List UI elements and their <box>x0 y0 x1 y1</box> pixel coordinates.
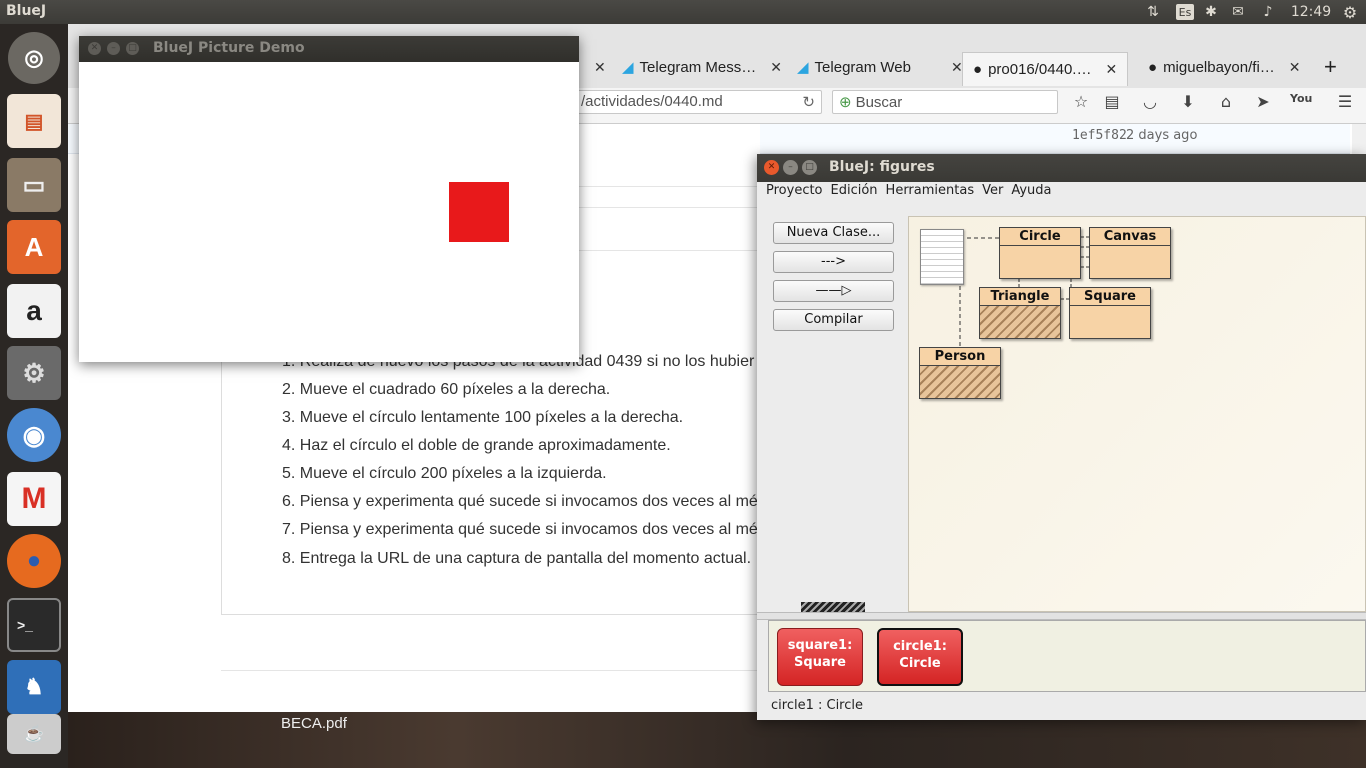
close-icon[interactable]: ✕ <box>764 160 779 175</box>
search-icon: ⊕ <box>839 94 852 111</box>
telegram-icon: ◢ <box>622 59 634 76</box>
divider <box>221 614 761 615</box>
list-item: 7. Piensa y experimenta qué sucede si in… <box>282 521 758 538</box>
download-icon[interactable]: ⬇ <box>1177 92 1199 112</box>
uncompiled-hatch <box>980 306 1060 338</box>
menu-ver[interactable]: Ver <box>982 183 1003 204</box>
youtube-icon[interactable]: You <box>1290 92 1312 112</box>
gmail-icon[interactable]: M <box>7 472 61 526</box>
uncompiled-hatch <box>920 366 1000 398</box>
object-circle1-selected[interactable]: circle1: Circle <box>877 628 963 686</box>
url-bar[interactable]: /actividades/0440.md ↻ <box>574 90 822 114</box>
desktop-file-beca-pdf[interactable]: BECA.pdf <box>281 715 347 732</box>
commit-age: 2 days ago <box>1126 128 1198 143</box>
system-settings-icon[interactable]: ⚙ <box>7 346 61 400</box>
top-panel: BlueJ ⇅ Es ✱ ✉ ♪ 12:49 ⚙ <box>0 0 1366 24</box>
split-pane-divider[interactable] <box>757 612 1366 620</box>
search-field[interactable]: ⊕ Buscar <box>832 90 1058 114</box>
list-item: 3. Mueve el círculo lentamente 100 píxel… <box>282 409 684 426</box>
minimize-icon[interactable]: – <box>783 160 798 175</box>
list-item: 2. Mueve el cuadrado 60 píxeles a la der… <box>282 381 611 398</box>
reading-list-icon[interactable]: ▤ <box>1101 92 1123 112</box>
java-icon[interactable]: ☕ <box>7 714 61 754</box>
readme-note-icon[interactable] <box>920 229 964 285</box>
clock[interactable]: 12:49 <box>1290 0 1332 24</box>
bluej-project-window: BlueJ: figures ✕ – □ Proyecto Edición He… <box>757 154 1366 720</box>
list-item: 6. Piensa y experimenta qué sucede si in… <box>282 493 758 510</box>
menubar: Proyecto Edición Herramientas Ver Ayuda <box>757 182 1366 204</box>
chromium-icon[interactable]: ◉ <box>7 408 61 462</box>
close-icon[interactable]: ✕ <box>88 42 101 55</box>
minimize-icon[interactable]: – <box>107 42 120 55</box>
divider <box>221 670 761 671</box>
picture-demo-window: BlueJ Picture Demo ✕ – □ <box>79 36 579 362</box>
menu-proyecto[interactable]: Proyecto <box>766 183 823 204</box>
class-triangle[interactable]: Triangle <box>979 287 1061 339</box>
class-canvas[interactable]: Canvas <box>1089 227 1171 279</box>
impress-icon[interactable]: ▤ <box>7 94 61 148</box>
send-icon[interactable]: ➤ <box>1252 92 1274 112</box>
telegram-icon: ◢ <box>797 59 809 76</box>
bookmark-star-icon[interactable]: ☆ <box>1070 92 1092 112</box>
window-titlebar[interactable]: BlueJ Picture Demo <box>79 36 579 62</box>
close-icon[interactable]: ✕ <box>594 59 606 76</box>
tab-close-partial[interactable]: ✕ <box>580 52 606 82</box>
tab-telegram-messenger[interactable]: ◢ Telegram Mess… ✕ <box>622 52 782 82</box>
close-icon[interactable]: ✕ <box>770 59 782 76</box>
maximize-icon[interactable]: □ <box>802 160 817 175</box>
terminal-icon[interactable]: >_ <box>7 598 61 652</box>
close-icon[interactable]: ✕ <box>1105 61 1117 78</box>
menu-herramientas[interactable]: Herramientas <box>886 183 975 204</box>
compile-button[interactable]: Compilar <box>773 309 894 331</box>
unity-launcher: ◎ ▤ ▭ A a ⚙ ◉ M ● >_ ♞ ☕ <box>0 24 68 768</box>
home-icon[interactable]: ⌂ <box>1215 92 1237 112</box>
list-item: 5. Mueve el círculo 200 píxeles a la izq… <box>282 465 607 482</box>
class-person[interactable]: Person <box>919 347 1001 399</box>
tab-pro016-active[interactable]: ● pro016/0440.… ✕ <box>962 52 1129 86</box>
tab-telegram-web[interactable]: ◢ Telegram Web ✕ <box>797 52 963 82</box>
active-app-title: BlueJ <box>6 3 47 19</box>
maximize-icon[interactable]: □ <box>126 42 139 55</box>
software-center-icon[interactable]: A <box>7 220 61 274</box>
files-icon[interactable]: ▭ <box>7 158 61 212</box>
github-icon: ● <box>973 61 983 78</box>
dependency-arrow-button[interactable]: ---> <box>773 251 894 273</box>
bluetooth-icon[interactable]: ✱ <box>1203 0 1219 24</box>
divider <box>221 332 222 614</box>
close-icon[interactable]: ✕ <box>951 59 963 76</box>
list-item: 4. Haz el círculo el doble de grande apr… <box>282 437 671 454</box>
menu-ayuda[interactable]: Ayuda <box>1011 183 1051 204</box>
object-square1[interactable]: square1: Square <box>777 628 863 686</box>
tab-miguelbayon[interactable]: ● miguelbayon/fi… ✕ <box>1148 52 1301 82</box>
menu-edicion[interactable]: Edición <box>831 183 878 204</box>
desktop-wallpaper <box>68 712 1366 768</box>
window-titlebar[interactable]: BlueJ: figures <box>757 154 1366 182</box>
red-square-shape <box>449 182 509 242</box>
amazon-icon[interactable]: a <box>7 284 61 338</box>
status-bar: circle1 : Circle <box>771 698 863 713</box>
firefox-icon[interactable]: ● <box>7 534 61 588</box>
commit-hash[interactable]: 1ef5f82 <box>1072 128 1127 143</box>
class-square[interactable]: Square <box>1069 287 1151 339</box>
vm-activity-indicator <box>801 602 865 612</box>
volume-icon[interactable]: ♪ <box>1258 0 1278 24</box>
github-icon: ● <box>1148 58 1158 76</box>
mail-icon[interactable]: ✉ <box>1228 0 1248 24</box>
keyboard-layout-indicator[interactable]: Es <box>1176 4 1194 20</box>
network-icon[interactable]: ⇅ <box>1143 0 1163 24</box>
new-tab-button[interactable]: + <box>1324 52 1337 82</box>
pocket-icon[interactable]: ◡ <box>1139 92 1161 112</box>
ubuntu-dash-icon[interactable]: ◎ <box>8 32 60 84</box>
inheritance-arrow-button[interactable]: ——▷ <box>773 280 894 302</box>
class-circle[interactable]: Circle <box>999 227 1081 279</box>
reload-icon[interactable]: ↻ <box>802 93 815 111</box>
hamburger-menu-icon[interactable]: ☰ <box>1334 92 1356 112</box>
settings-gear-icon[interactable]: ⚙ <box>1340 0 1360 24</box>
close-icon[interactable]: ✕ <box>1289 59 1301 76</box>
list-item: 8. Entrega la URL de una captura de pant… <box>282 550 752 567</box>
class-diagram: Circle Canvas Triangle Square Person <box>908 216 1366 612</box>
new-class-button[interactable]: Nueva Clase... <box>773 222 894 244</box>
bluej-icon[interactable]: ♞ <box>7 660 61 714</box>
